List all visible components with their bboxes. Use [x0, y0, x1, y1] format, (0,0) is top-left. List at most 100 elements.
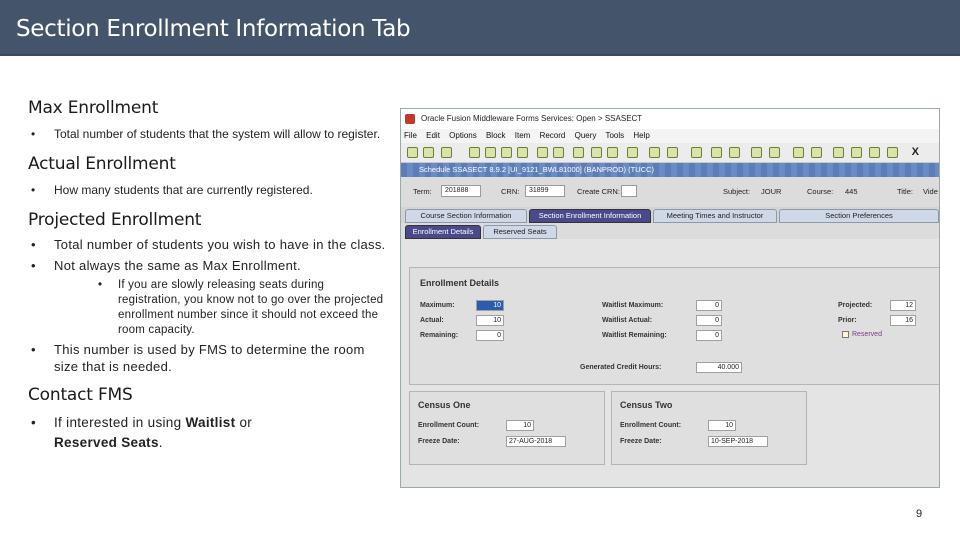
form-window-title: Schedule SSASECT 8.9.2 [UI_9121_BWL81000…: [401, 163, 939, 177]
close-icon[interactable]: X: [912, 146, 919, 158]
term-field[interactable]: 201888: [441, 185, 481, 197]
cancel-query-icon[interactable]: [607, 147, 618, 158]
print-icon[interactable]: [441, 147, 452, 158]
bullet-projected-1: • Total number of students you wish to ha…: [31, 237, 386, 252]
remaining-label: Remaining:: [420, 332, 459, 339]
reserved-checkbox[interactable]: [842, 331, 849, 338]
duplicate-icon[interactable]: [751, 147, 762, 158]
tab-enrollment-details[interactable]: Enrollment Details: [405, 225, 481, 239]
rollback-icon[interactable]: [423, 147, 434, 158]
menu-block[interactable]: Block: [486, 131, 506, 140]
next-record-icon[interactable]: [517, 147, 528, 158]
menu-file[interactable]: File: [404, 131, 417, 140]
title-label: Title:: [897, 187, 913, 196]
prior-field[interactable]: 16: [890, 315, 916, 326]
census-one-panel: Census One Enrollment Count: 10 Freeze D…: [409, 391, 605, 465]
sub-bullet-projected: • If you are slowly releasing seats durin…: [98, 279, 384, 336]
menu-bar: File Edit Options Block Item Record Quer…: [401, 129, 939, 143]
waitlist-actual-field[interactable]: 0: [696, 315, 722, 326]
waitlist-maximum-label: Waitlist Maximum:: [602, 302, 664, 309]
census-one-date-field[interactable]: 27-AUG-2018: [506, 436, 566, 447]
item-properties-icon[interactable]: [769, 147, 780, 158]
title-value: Vide: [923, 187, 938, 196]
lov-icon[interactable]: [667, 147, 678, 158]
census-one-count-label: Enrollment Count:: [418, 422, 480, 429]
options-icon[interactable]: [649, 147, 660, 158]
crn-label: CRN:: [501, 187, 520, 196]
refresh-icon[interactable]: [833, 147, 844, 158]
census-two-title: Census Two: [620, 400, 673, 410]
help-icon[interactable]: [869, 147, 880, 158]
census-two-count-label: Enrollment Count:: [620, 422, 682, 429]
extras-icon[interactable]: [691, 147, 702, 158]
page-number: 9: [916, 508, 923, 520]
waitlist-remaining-field[interactable]: 0: [696, 330, 722, 341]
count-icon[interactable]: [711, 147, 722, 158]
bullet-max: • Total number of students that the syste…: [31, 127, 381, 141]
projected-label: Projected:: [838, 302, 873, 309]
crn-field[interactable]: 31899: [525, 185, 565, 197]
section-heading-actual: Actual Enrollment: [28, 154, 176, 174]
menu-help[interactable]: Help: [633, 131, 649, 140]
census-one-date-label: Freeze Date:: [418, 438, 460, 445]
reserved-label: Reserved: [852, 331, 882, 338]
waitlist-maximum-field[interactable]: 0: [696, 300, 722, 311]
save-icon[interactable]: [407, 147, 418, 158]
projected-field[interactable]: 12: [890, 300, 916, 311]
app-title-bar: Oracle Fusion Middleware Forms Services:…: [401, 109, 939, 129]
delete-record-icon[interactable]: [553, 147, 564, 158]
menu-edit[interactable]: Edit: [426, 131, 440, 140]
tab-meeting-times-and-instructor[interactable]: Meeting Times and Instructor: [653, 209, 777, 223]
bullet-projected-3: • This number is used by FMS to determine…: [31, 342, 365, 374]
credit-hours-label: Generated Credit Hours:: [580, 364, 662, 371]
banner-form-screenshot: Oracle Fusion Middleware Forms Services:…: [400, 108, 940, 488]
next-block-icon[interactable]: [485, 147, 496, 158]
export-icon[interactable]: [793, 147, 804, 158]
enrollment-details-panel: Enrollment Details Maximum: 10 Actual: 1…: [409, 267, 939, 385]
credit-hours-field[interactable]: 40.000: [696, 362, 742, 373]
maximum-field[interactable]: 10: [476, 300, 504, 311]
actual-field[interactable]: 10: [476, 315, 504, 326]
create-crn-button[interactable]: [621, 185, 637, 197]
menu-item[interactable]: Item: [515, 131, 531, 140]
census-one-count-field[interactable]: 10: [506, 420, 534, 431]
online-help-icon[interactable]: [887, 147, 898, 158]
edit-icon[interactable]: [729, 147, 740, 158]
toolbar: X: [401, 143, 939, 163]
tab-course-section-information[interactable]: Course Section Information: [405, 209, 527, 223]
clear-form-icon[interactable]: [627, 147, 638, 158]
bullet-projected-2: • Not always the same as Max Enrollment.: [31, 258, 301, 273]
oracle-app-icon: [405, 114, 415, 124]
section-heading-contact: Contact FMS: [28, 385, 133, 405]
workflow-icon[interactable]: [851, 147, 862, 158]
slide-title: Section Enrollment Information Tab: [16, 16, 411, 42]
course-label: Course:: [807, 187, 834, 196]
census-two-date-field[interactable]: 10-SEP-2018: [708, 436, 768, 447]
insert-record-icon[interactable]: [537, 147, 548, 158]
subject-value: JOUR: [761, 187, 782, 196]
census-two-date-label: Freeze Date:: [620, 438, 662, 445]
menu-tools[interactable]: Tools: [605, 131, 624, 140]
menu-query[interactable]: Query: [575, 131, 597, 140]
census-two-panel: Census Two Enrollment Count: 10 Freeze D…: [611, 391, 807, 465]
key-block: Term: 201888 CRN: 31899 Create CRN: Subj…: [401, 177, 939, 207]
tab-reserved-seats[interactable]: Reserved Seats: [483, 225, 557, 239]
subject-label: Subject:: [723, 187, 751, 196]
waitlist-remaining-label: Waitlist Remaining:: [602, 332, 667, 339]
menu-options[interactable]: Options: [449, 131, 477, 140]
document-icon[interactable]: [811, 147, 822, 158]
remaining-field[interactable]: 0: [476, 330, 504, 341]
create-crn-label: Create CRN:: [577, 187, 620, 196]
census-one-title: Census One: [418, 400, 471, 410]
enter-query-icon[interactable]: [573, 147, 584, 158]
previous-block-icon[interactable]: [469, 147, 480, 158]
tab-section-enrollment-information[interactable]: Section Enrollment Information: [529, 209, 651, 223]
slide-text-column: Max Enrollment • Total number of students…: [28, 98, 388, 453]
menu-record[interactable]: Record: [540, 131, 566, 140]
census-two-count-field[interactable]: 10: [708, 420, 736, 431]
maximum-label: Maximum:: [420, 302, 455, 309]
tab-section-preferences[interactable]: Section Preferences: [779, 209, 939, 223]
previous-record-icon[interactable]: [501, 147, 512, 158]
bullet-actual: • How many students that are currently re…: [31, 183, 313, 197]
execute-query-icon[interactable]: [591, 147, 602, 158]
